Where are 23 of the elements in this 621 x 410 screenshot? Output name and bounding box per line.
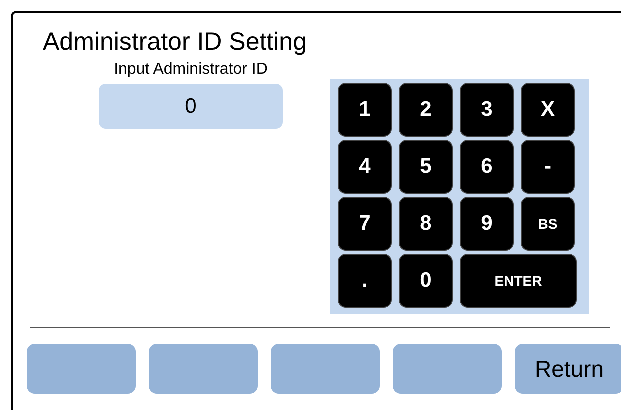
keypad-key[interactable]: 9	[460, 197, 514, 251]
keypad-key[interactable]: ENTER	[460, 254, 577, 308]
keypad-key[interactable]: 4	[338, 140, 392, 194]
keypad-key[interactable]: BS	[521, 197, 575, 251]
blank-button[interactable]	[393, 344, 502, 394]
blank-button[interactable]	[27, 344, 136, 394]
field-label: Input Administrator ID	[114, 60, 268, 80]
keypad-key[interactable]: 0	[399, 254, 453, 308]
keypad-key[interactable]: 1	[338, 83, 392, 137]
blank-button[interactable]	[149, 344, 258, 394]
blank-button[interactable]	[271, 344, 380, 394]
keypad-key[interactable]: 3	[460, 83, 514, 137]
keypad-key[interactable]: 2	[399, 83, 453, 137]
keypad-key[interactable]: .	[338, 254, 392, 308]
return-button[interactable]: Return	[515, 344, 621, 394]
id-input-field[interactable]: 0	[99, 84, 283, 129]
keypad-key[interactable]: 8	[399, 197, 453, 251]
keypad-key[interactable]: -	[521, 140, 575, 194]
screen-title: Administrator ID Setting	[43, 27, 307, 58]
keypad-key[interactable]: 7	[338, 197, 392, 251]
keypad-key[interactable]: 6	[460, 140, 514, 194]
keypad-key[interactable]: X	[521, 83, 575, 137]
keypad-key[interactable]: 5	[399, 140, 453, 194]
